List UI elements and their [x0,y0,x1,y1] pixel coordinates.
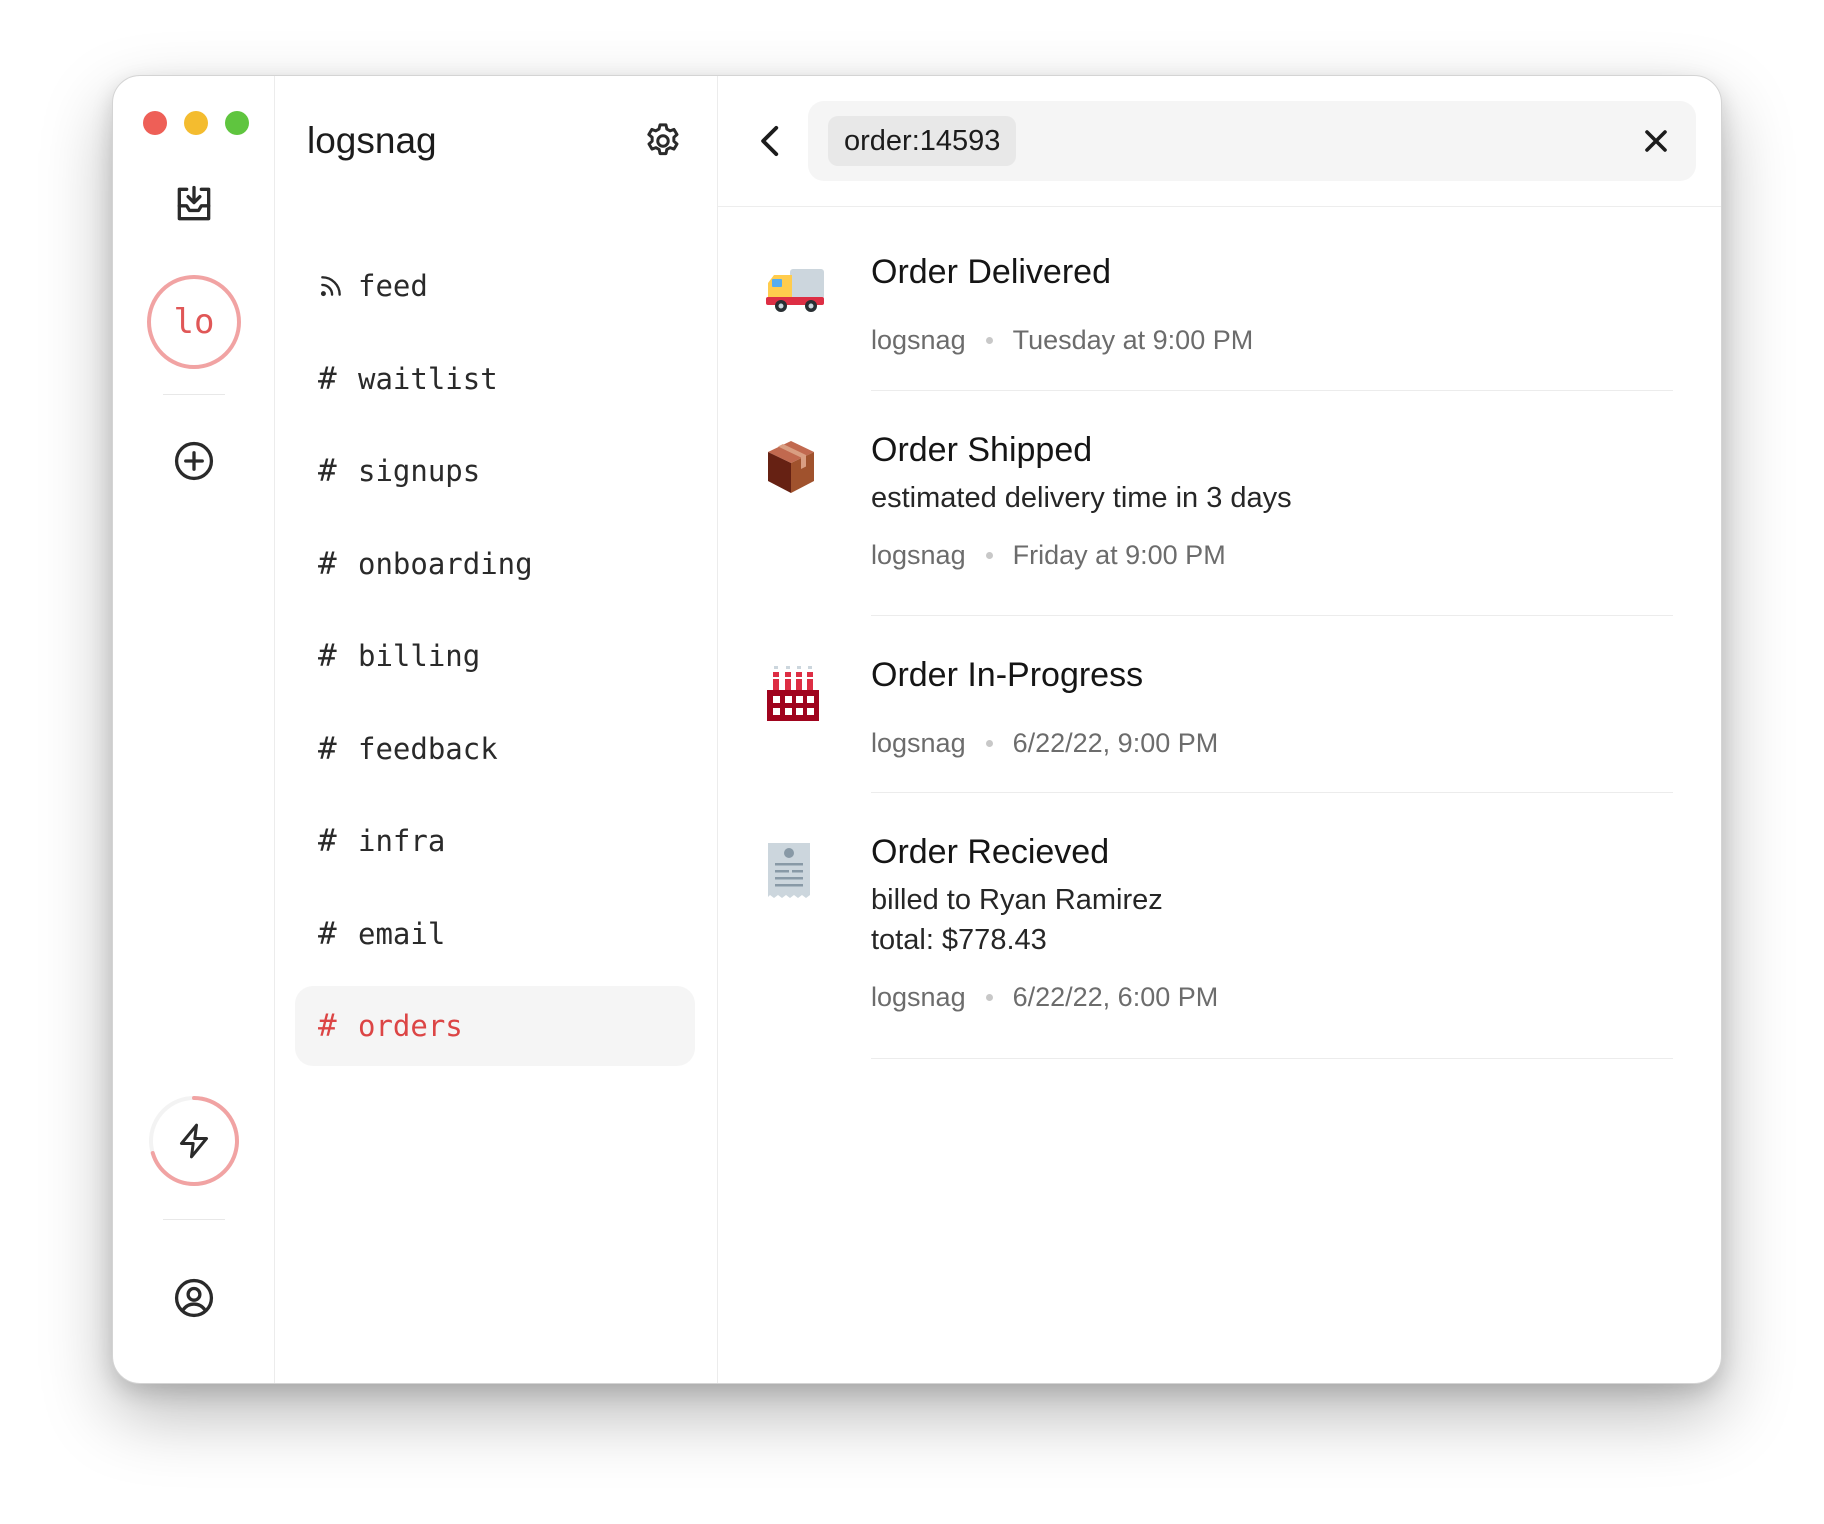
rail-divider [163,1219,225,1220]
rail-divider [163,394,225,395]
hash-icon: # [318,360,337,397]
lightning-bolt-icon [180,1123,208,1159]
hash-icon: # [318,730,337,767]
hash-icon: # [318,545,337,582]
search-query-text: order:14593 [844,124,1001,157]
delivery-truck-icon [766,267,824,318]
channel-item-waitlist[interactable]: # waitlist [295,339,695,419]
event-meta: logsnag Tuesday at 9:00 PM [871,325,1673,356]
project-title: logsnag [307,120,437,161]
channel-item-onboarding[interactable]: # onboarding [295,524,695,604]
channel-label: feedback [358,731,498,766]
event-list: Order Delivered logsnag Tuesday at 9:00 … [718,207,1721,1059]
meta-separator [985,994,993,1001]
event-title: Order Delivered [871,253,1111,291]
channel-label: orders [358,1009,463,1043]
channel-item-billing[interactable]: # billing [295,616,695,696]
event-meta: logsnag Friday at 9:00 PM [871,540,1673,571]
factory-icon [766,664,820,727]
inbox-download-icon [177,185,210,221]
hash-icon: # [318,1008,337,1044]
project-settings-button[interactable] [642,120,684,167]
zoom-window-button[interactable] [225,111,249,135]
add-project-button[interactable] [172,439,216,483]
event-divider [871,1058,1673,1059]
meta-separator [985,740,993,747]
project-avatar-button[interactable]: lo [147,275,241,369]
account-button[interactable] [172,1276,216,1320]
hash-icon: # [318,638,337,674]
user-circle-icon [174,1278,213,1318]
channel-label: billing [358,639,481,673]
channel-sidebar: logsnag feed # waitlist # signups # onbo… [275,76,718,1383]
event-time: Friday at 9:00 PM [1012,540,1226,570]
hash-icon: # [318,823,337,859]
event-body: Order Recieved billed to Ryan Ramirez to… [871,833,1673,1013]
event-meta: logsnag 6/22/22, 6:00 PM [871,982,1673,1013]
package-icon [766,439,816,500]
event-item[interactable]: Order Shipped estimated delivery time in… [718,391,1721,616]
close-window-button[interactable] [143,111,167,135]
event-source: logsnag [871,540,966,570]
window-controls [143,111,249,135]
hash-icon: # [318,915,337,952]
channel-item-orders[interactable]: # orders [295,986,695,1066]
channel-label: onboarding [358,546,533,581]
channel-list: feed # waitlist # signups # onboarding #… [295,246,695,1079]
channel-item-signups[interactable]: # signups [295,431,695,511]
main-pane: order:14593 Order Delivered logsnag Tues… [718,76,1721,1383]
meta-separator [985,552,993,559]
channel-label: waitlist [358,361,498,396]
event-body: Order In-Progress logsnag 6/22/22, 9:00 … [871,656,1673,759]
event-source: logsnag [871,325,966,355]
hash-icon: # [318,453,337,489]
chevron-left-icon [761,125,779,157]
project-initials: lo [173,302,215,342]
channel-label: signups [358,454,481,488]
event-item[interactable]: Order Recieved billed to Ryan Ramirez to… [718,793,1721,1059]
channel-item-feedback[interactable]: # feedback [295,709,695,789]
usage-button[interactable] [147,1094,241,1188]
event-item[interactable]: Order Delivered logsnag Tuesday at 9:00 … [718,207,1721,391]
rss-icon [318,273,358,299]
event-time: 6/22/22, 9:00 PM [1012,728,1219,758]
event-source: logsnag [871,982,966,1012]
meta-separator [985,337,993,344]
channel-label: email [358,916,446,951]
receipt-icon [766,841,812,904]
event-body: Order Delivered logsnag Tuesday at 9:00 … [871,253,1673,356]
plus-circle-icon [174,441,213,481]
event-source: logsnag [871,728,966,758]
event-description: billed to Ryan Ramirez [871,884,1163,916]
event-time: 6/22/22, 6:00 PM [1012,982,1219,1012]
search-bar: order:14593 [718,76,1721,207]
event-title: Order Recieved [871,833,1110,871]
event-description: estimated delivery time in 3 days [871,482,1292,514]
event-time: Tuesday at 9:00 PM [1012,325,1254,355]
channel-item-feed[interactable]: feed [295,246,695,326]
minimize-window-button[interactable] [184,111,208,135]
back-button[interactable] [750,120,792,167]
event-meta: logsnag 6/22/22, 9:00 PM [871,728,1673,759]
event-title: Order Shipped [871,431,1093,469]
gear-icon [647,123,679,156]
event-description: total: $778.43 [871,924,1047,956]
app-rail: lo [113,76,275,1383]
event-title: Order In-Progress [871,656,1144,694]
app-window: lo logsnag feed # waitlist # signups # o… [112,75,1722,1384]
channel-label: feed [358,269,428,303]
channel-label: infra [358,824,446,858]
channel-item-email[interactable]: # email [295,894,695,974]
event-body: Order Shipped estimated delivery time in… [871,431,1673,571]
clear-search-button[interactable] [1638,123,1674,164]
event-item[interactable]: Order In-Progress logsnag 6/22/22, 9:00 … [718,616,1721,793]
search-input[interactable]: order:14593 [808,101,1696,181]
close-icon [1645,130,1667,152]
inbox-button[interactable] [172,182,216,226]
channel-item-infra[interactable]: # infra [295,801,695,881]
search-query-chip[interactable]: order:14593 [828,116,1017,166]
